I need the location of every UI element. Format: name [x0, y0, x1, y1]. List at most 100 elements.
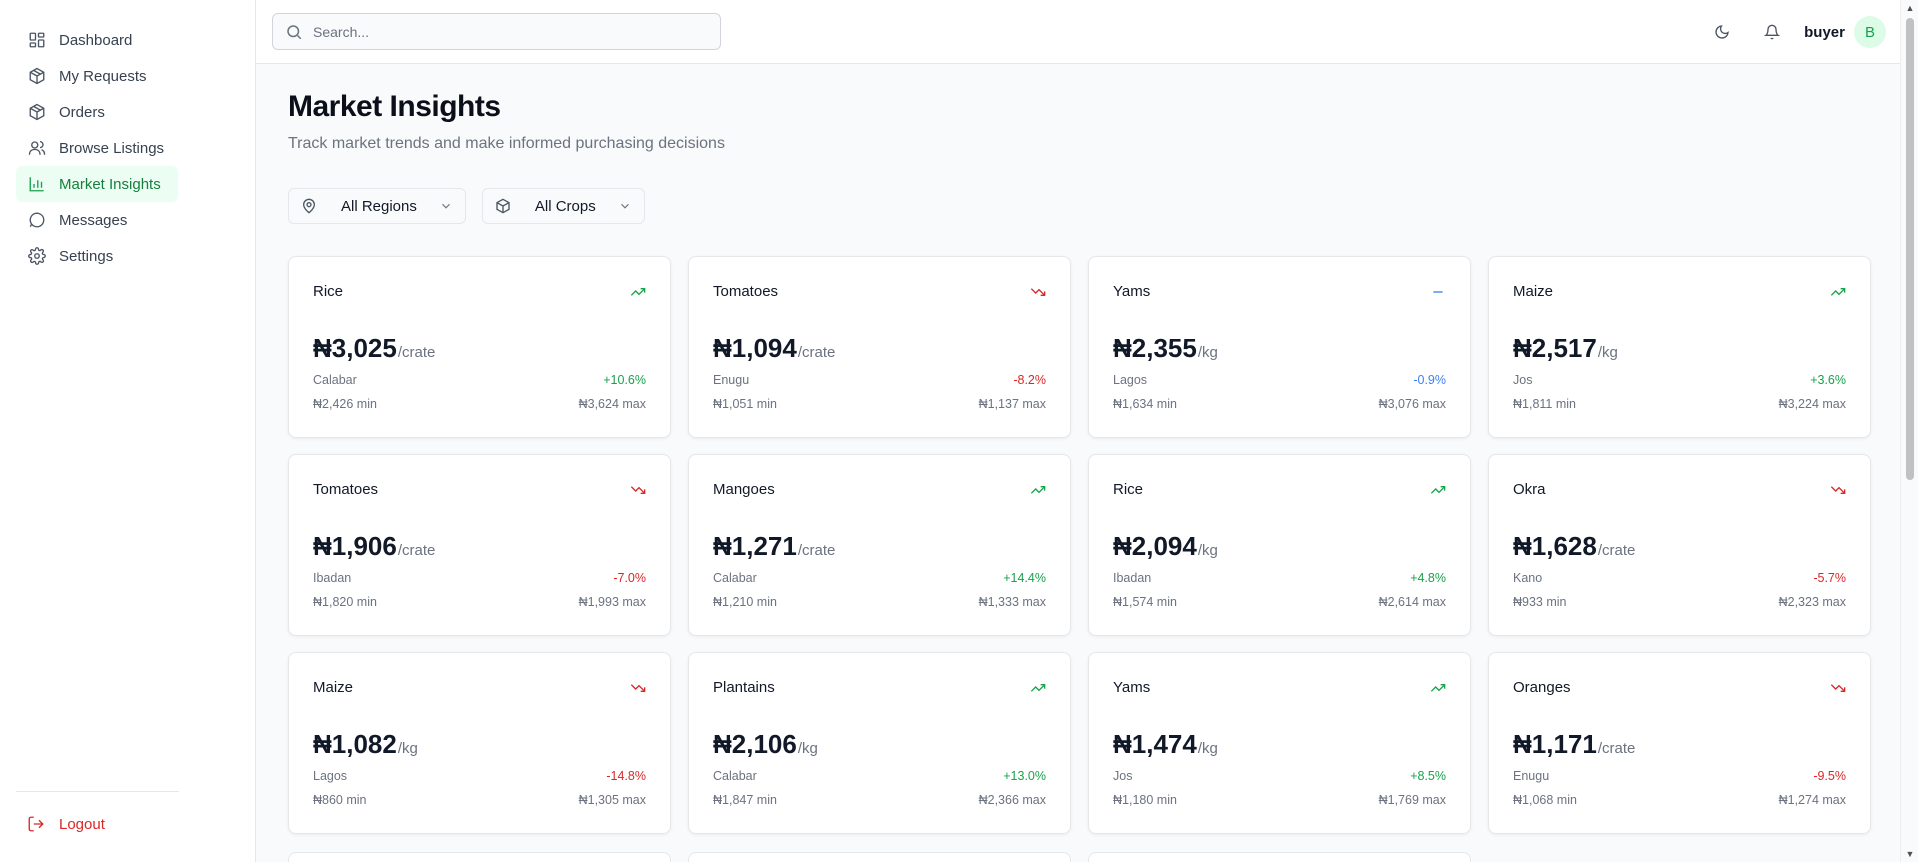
price-row: ₦2,517 /kg — [1513, 333, 1618, 364]
price-unit: /crate — [397, 344, 436, 361]
chevron-down-icon — [439, 199, 453, 213]
price-value: ₦2,517 — [1513, 333, 1597, 363]
crop-filter-label: All Crops — [534, 197, 596, 215]
dashboard-icon — [27, 30, 47, 50]
card-header: Plantains — [713, 679, 1046, 696]
location: Ibadan — [1113, 571, 1152, 585]
crop-filter[interactable]: All Crops — [481, 188, 645, 224]
market-card[interactable]: Tomatoes ₦1,094 /crate Enugu -8.2% ₦1,05… — [688, 256, 1071, 438]
price-value: ₦2,094 — [1113, 531, 1197, 561]
market-card[interactable]: Mangoes ₦1,271 /crate Calabar +14.4% ₦1,… — [688, 454, 1071, 636]
scrollbar-thumb[interactable] — [1906, 18, 1914, 480]
price-max: ₦1,274 max — [1778, 793, 1846, 807]
users-icon — [27, 138, 47, 158]
price-max: ₦2,323 max — [1778, 595, 1846, 609]
price-change: -8.2% — [1013, 373, 1046, 387]
price-range-row: ₦1,051 min ₦1,137 max — [713, 397, 1046, 411]
chevron-down-icon — [618, 199, 632, 213]
sidebar-item-my-requests[interactable]: My Requests — [16, 58, 240, 94]
price-row: ₦1,474 /kg — [1113, 729, 1218, 760]
market-card[interactable]: Yams ₦2,355 /kg Lagos -0.9% ₦1,634 min ₦… — [1088, 256, 1471, 438]
crop-name: Yams — [1113, 679, 1151, 696]
page-subtitle: Track market trends and make informed pu… — [288, 135, 725, 152]
location: Calabar — [313, 373, 357, 387]
price-change: +3.6% — [1810, 373, 1846, 387]
trending-up-icon — [1030, 482, 1046, 498]
price-change: +8.5% — [1410, 769, 1446, 783]
price-row: ₦1,628 /crate — [1513, 531, 1635, 562]
sidebar-item-messages[interactable]: Messages — [16, 202, 240, 238]
market-card[interactable]: Tomatoes ₦1,906 /crate Ibadan -7.0% ₦1,8… — [288, 454, 671, 636]
market-card[interactable]: Yams ₦1,474 /kg Jos +8.5% ₦1,180 min ₦1,… — [1088, 652, 1471, 834]
crop-name: Yams — [1113, 283, 1151, 300]
market-card[interactable]: Okra ₦1,628 /crate Kano -5.7% ₦933 min ₦… — [1488, 454, 1871, 636]
logout-button[interactable]: Logout — [27, 814, 105, 834]
price-min: ₦1,574 min — [1113, 595, 1177, 609]
location: Jos — [1113, 769, 1133, 783]
theme-toggle-button[interactable] — [1704, 14, 1740, 50]
price-row: ₦1,906 /crate — [313, 531, 435, 562]
sidebar-divider — [16, 791, 179, 792]
location-row: Ibadan -7.0% — [313, 571, 646, 585]
location: Enugu — [713, 373, 750, 387]
price-max: ₦1,305 max — [578, 793, 646, 807]
card-header: Okra — [1513, 481, 1846, 498]
market-card[interactable] — [1088, 852, 1471, 862]
market-card[interactable]: Plantains ₦2,106 /kg Calabar +13.0% ₦1,8… — [688, 652, 1071, 834]
scroll-up-arrow[interactable]: ▲ — [1905, 3, 1915, 13]
price-min: ₦1,811 min — [1513, 397, 1576, 411]
market-card[interactable] — [688, 852, 1071, 862]
price-row: ₦1,082 /kg — [313, 729, 418, 760]
location: Calabar — [713, 769, 757, 783]
gear-icon — [27, 246, 47, 266]
crop-name: Tomatoes — [313, 481, 379, 498]
notifications-button[interactable] — [1754, 14, 1790, 50]
price-max: ₦1,769 max — [1378, 793, 1446, 807]
bar-chart-icon — [27, 174, 47, 194]
price-value: ₦2,355 — [1113, 333, 1197, 363]
scroll-down-arrow[interactable]: ▼ — [1905, 849, 1915, 859]
location: Enugu — [1513, 769, 1550, 783]
market-card[interactable]: Rice ₦2,094 /kg Ibadan +4.8% ₦1,574 min … — [1088, 454, 1471, 636]
price-max: ₦3,224 max — [1778, 397, 1846, 411]
trending-down-icon — [630, 680, 646, 696]
market-card[interactable]: Maize ₦2,517 /kg Jos +3.6% ₦1,811 min ₦3… — [1488, 256, 1871, 438]
sidebar-item-settings[interactable]: Settings — [16, 238, 240, 274]
card-header: Tomatoes — [313, 481, 646, 498]
region-filter[interactable]: All Regions — [288, 188, 466, 224]
price-unit: /crate — [397, 542, 436, 559]
location-row: Kano -5.7% — [1513, 571, 1846, 585]
avatar[interactable]: B — [1854, 16, 1886, 48]
sidebar: Dashboard My Requests Orders Browse List… — [0, 0, 256, 862]
market-card[interactable]: Oranges ₦1,171 /crate Enugu -9.5% ₦1,068… — [1488, 652, 1871, 834]
market-cards-grid: Rice ₦3,025 /crate Calabar +10.6% ₦2,426… — [288, 256, 1871, 834]
package-icon — [495, 198, 511, 214]
price-unit: /kg — [397, 740, 418, 757]
price-unit: /crate — [797, 344, 836, 361]
price-max: ₦2,614 max — [1378, 595, 1446, 609]
username[interactable]: buyer — [1804, 24, 1845, 41]
sidebar-item-dashboard[interactable]: Dashboard — [16, 22, 240, 58]
sidebar-item-market-insights[interactable]: Market Insights — [16, 166, 178, 202]
crop-name: Maize — [1513, 283, 1554, 300]
sidebar-item-orders[interactable]: Orders — [16, 94, 240, 130]
search-input[interactable] — [313, 23, 693, 40]
crop-name: Plantains — [713, 679, 775, 696]
market-card[interactable]: Maize ₦1,082 /kg Lagos -14.8% ₦860 min ₦… — [288, 652, 671, 834]
price-value: ₦1,906 — [313, 531, 397, 561]
market-card[interactable]: Rice ₦3,025 /crate Calabar +10.6% ₦2,426… — [288, 256, 671, 438]
price-max: ₦3,624 max — [578, 397, 646, 411]
card-header: Rice — [313, 283, 646, 300]
trending-up-icon — [1430, 680, 1446, 696]
price-range-row: ₦1,180 min ₦1,769 max — [1113, 793, 1446, 807]
price-unit: /crate — [1597, 542, 1636, 559]
market-card[interactable] — [288, 852, 671, 862]
price-range-row: ₦860 min ₦1,305 max — [313, 793, 646, 807]
scrollbar[interactable]: ▲ ▼ — [1900, 0, 1918, 862]
sidebar-item-browse-listings[interactable]: Browse Listings — [16, 130, 240, 166]
price-row: ₦1,271 /crate — [713, 531, 835, 562]
next-row-cards — [288, 852, 1488, 862]
logout-label: Logout — [59, 815, 105, 833]
location-row: Lagos -14.8% — [313, 769, 646, 783]
crop-name: Okra — [1513, 481, 1546, 498]
